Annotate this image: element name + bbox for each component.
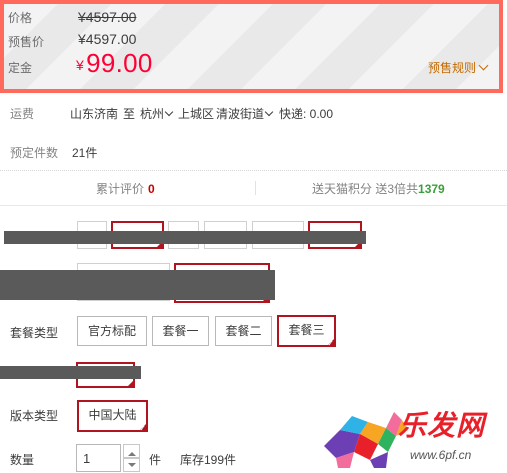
package-type-label: 套餐类型 (10, 326, 59, 340)
redaction-bar (0, 270, 275, 300)
preorder-count-value: 21件 (72, 146, 98, 160)
city-select[interactable]: 杭州 (140, 105, 175, 122)
quantity-unit: 件 (149, 453, 162, 467)
quantity-decrease-button[interactable] (123, 458, 140, 472)
redaction-bar (0, 366, 141, 379)
package-option-label: 官方标配 (87, 324, 136, 338)
original-price: ¥4597.00 (78, 9, 137, 25)
presale-price-label: 预售价 (8, 35, 45, 49)
quantity-input[interactable] (76, 444, 121, 472)
package-option-official[interactable]: 官方标配 (77, 316, 147, 346)
price-label: 价格 (8, 11, 33, 25)
version-type-label: 版本类型 (10, 409, 59, 423)
chevron-down-icon (478, 60, 489, 71)
divider (0, 170, 507, 171)
points-stats: 送天猫积分 送3倍共1379 (312, 180, 445, 197)
review-stats[interactable]: 累计评价 0 (96, 180, 155, 197)
check-icon: ✓ (139, 424, 146, 433)
stock-count: 库存199件 (180, 453, 237, 467)
caret-down-icon (127, 463, 136, 467)
price-panel: 价格 ¥4597.00 预售价 ¥4597.00 定金 ¥99.00 预售规则 (0, 0, 503, 93)
package-option-1[interactable]: 套餐一 (152, 316, 209, 346)
package-option-2[interactable]: 套餐二 (215, 316, 272, 346)
deposit-amount: 99.00 (86, 48, 153, 78)
caret-up-icon (127, 452, 136, 456)
street-select[interactable]: 清波街道 (216, 105, 275, 122)
points-value: 1379 (418, 182, 445, 196)
points-text: 送天猫积分 送3倍共 (312, 182, 419, 196)
chevron-down-icon (264, 107, 274, 117)
watermark-url: www.6pf.cn (410, 448, 472, 462)
district-select[interactable]: 上城区 (178, 105, 214, 122)
watermark-brand: 乐发网 (398, 409, 486, 442)
quantity-label: 数量 (10, 453, 35, 467)
deposit-currency: ¥ (76, 57, 85, 73)
city-value: 杭州 (140, 107, 165, 121)
preorder-count-label: 预定件数 (10, 146, 59, 160)
divider (0, 205, 507, 206)
presale-price: ¥4597.00 (78, 31, 137, 47)
review-label: 累计评价 (96, 182, 145, 196)
shipping-fee: 快递: 0.00 (279, 107, 334, 121)
version-option-label: 中国大陆 (88, 408, 137, 422)
shipping-to-word: 至 (123, 107, 136, 121)
stats-divider (255, 181, 256, 195)
redaction-bar (4, 231, 366, 244)
package-option-label: 套餐一 (162, 324, 199, 338)
check-icon: ✓ (327, 339, 334, 348)
review-count: 0 (148, 182, 155, 196)
version-option-mainland[interactable]: 中国大陆 ✓ (77, 400, 148, 433)
presale-rules-link[interactable]: 预售规则 (427, 59, 489, 76)
shipping-label: 运费 (10, 107, 35, 121)
deposit-label: 定金 (8, 61, 33, 75)
package-option-label: 套餐三 (288, 323, 325, 337)
chevron-down-icon (164, 107, 174, 117)
street-value: 清波街道 (216, 107, 265, 121)
quantity-increase-button[interactable] (123, 444, 140, 458)
district-value: 上城区 (178, 107, 215, 121)
presale-rules-label: 预售规则 (427, 61, 476, 75)
package-option-label: 套餐二 (225, 324, 262, 338)
shipping-from: 山东济南 (70, 107, 119, 121)
deposit-price: ¥99.00 (76, 48, 153, 79)
package-option-3[interactable]: 套餐三 ✓ (277, 315, 336, 348)
